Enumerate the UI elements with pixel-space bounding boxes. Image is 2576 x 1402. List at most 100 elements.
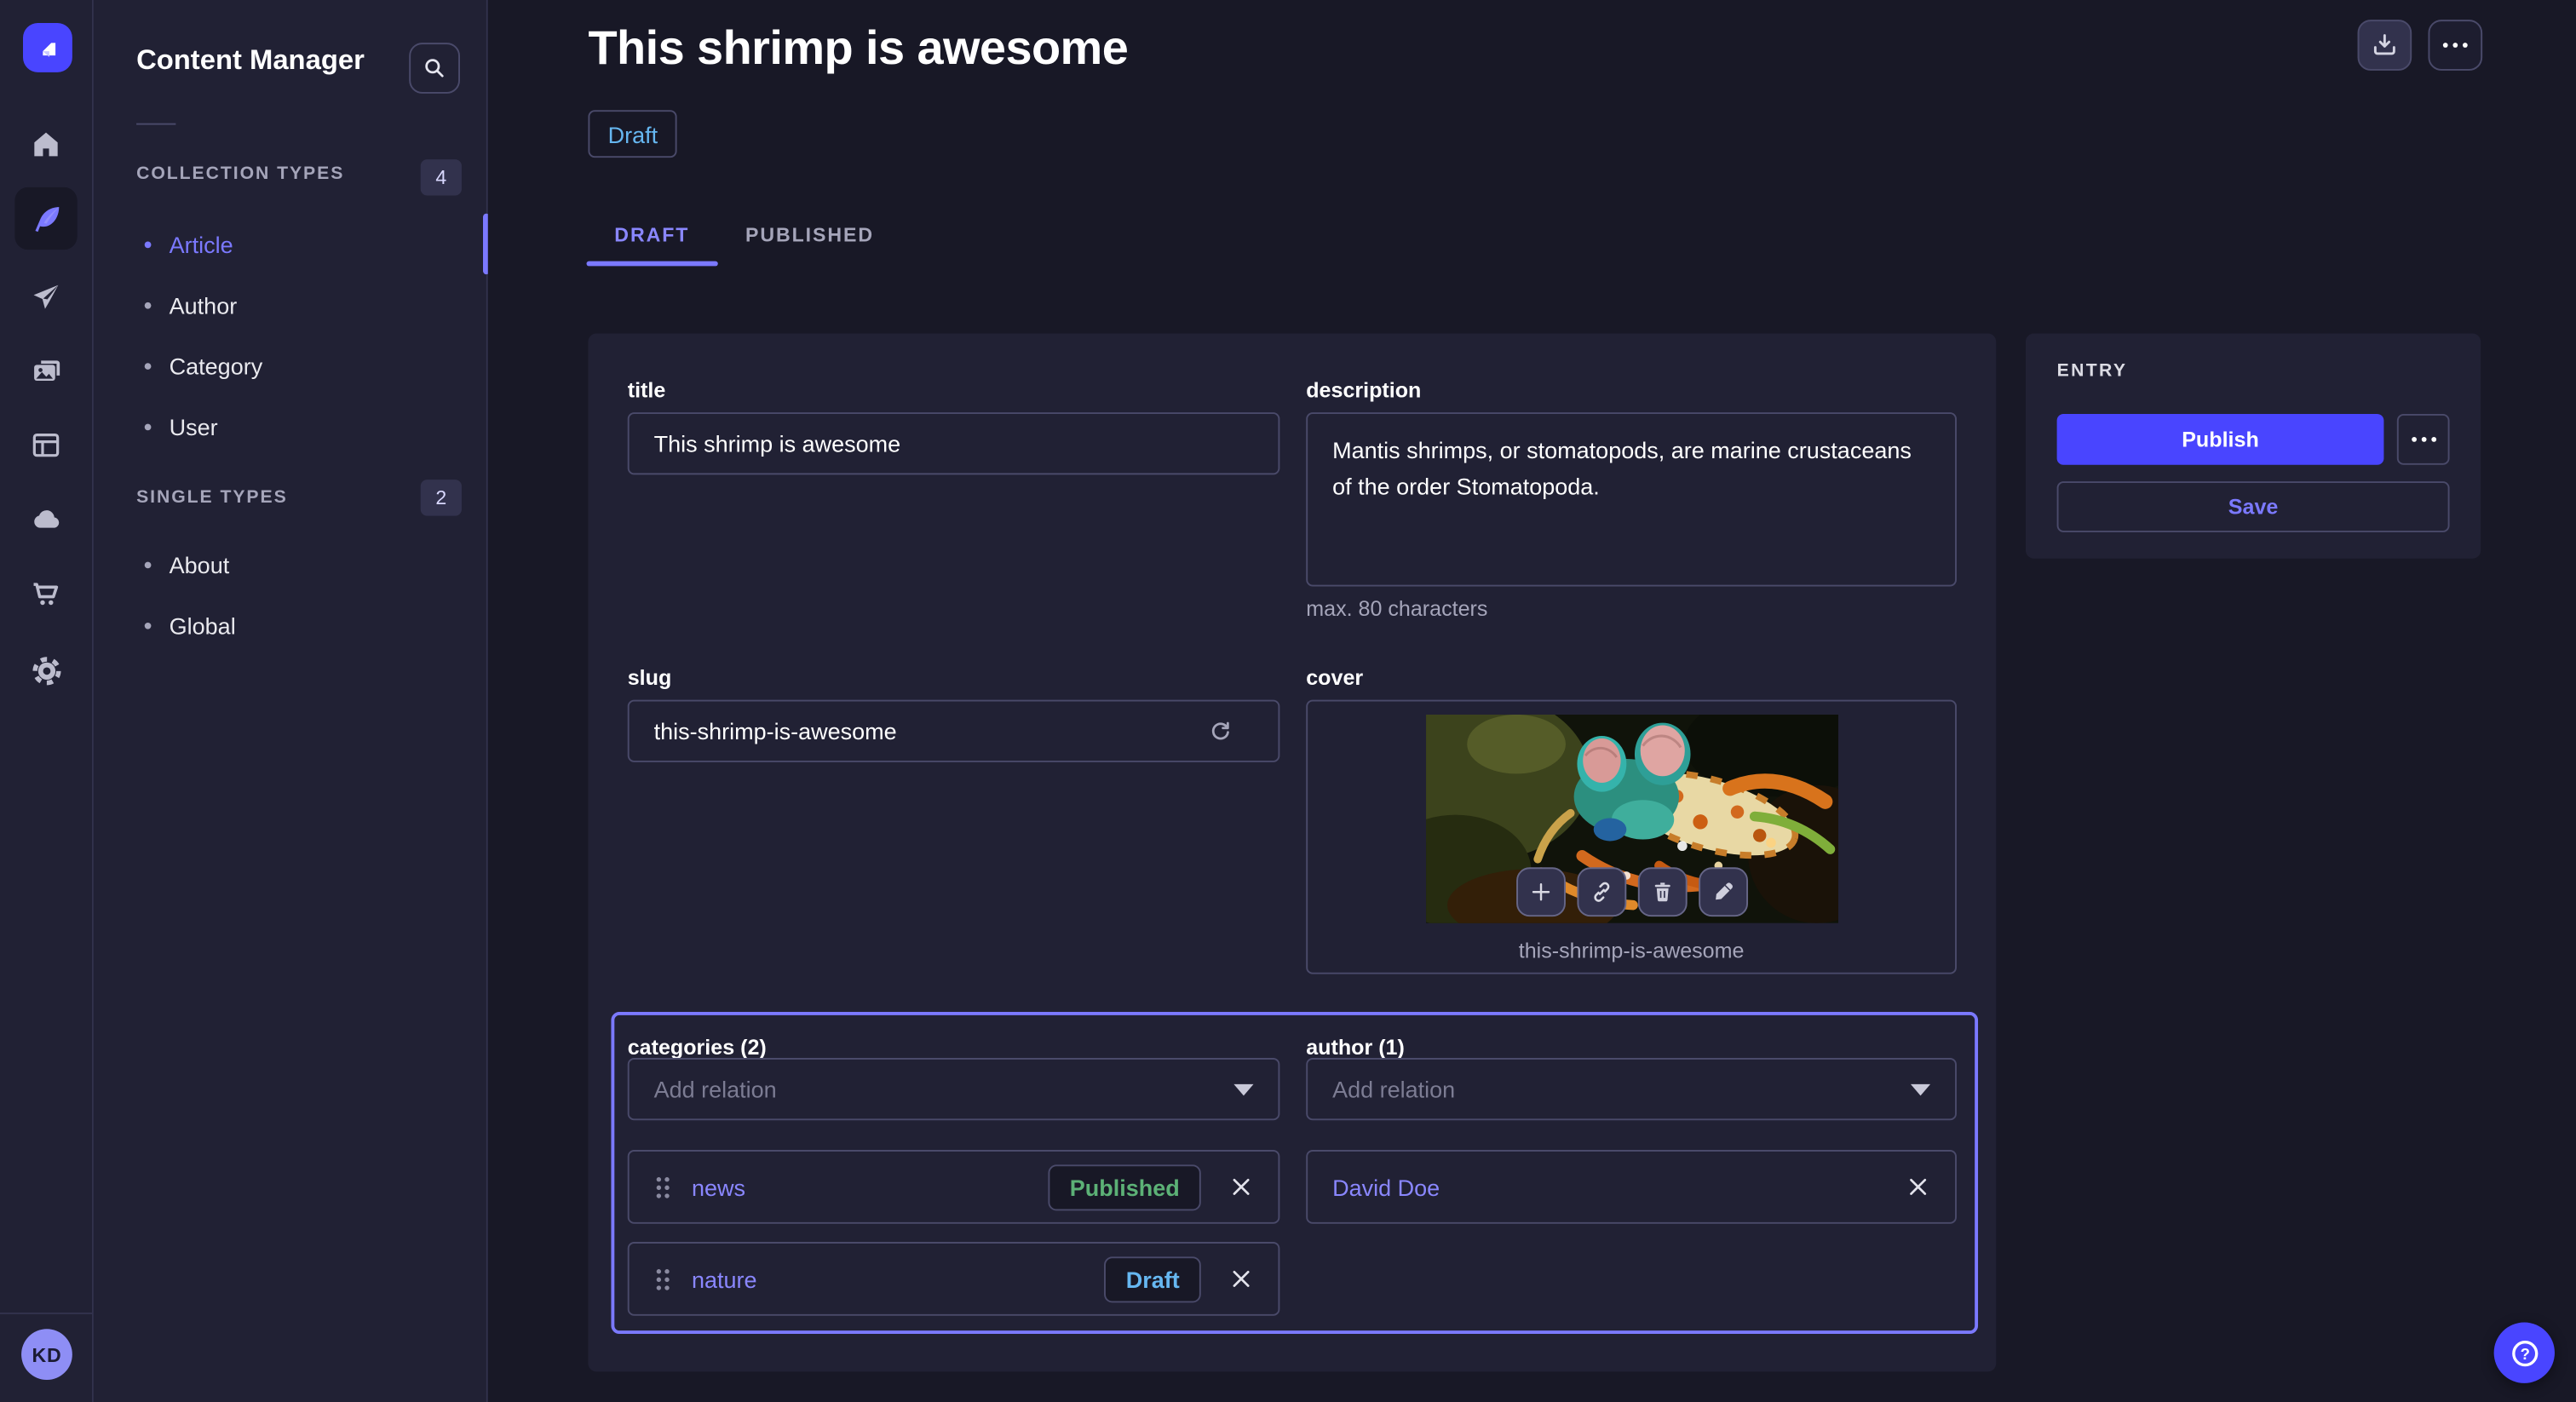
add-asset-button[interactable]	[1516, 867, 1566, 916]
user-avatar[interactable]: KD	[21, 1329, 72, 1380]
home-icon	[30, 128, 63, 161]
paper-plane-icon	[30, 281, 63, 314]
version-tabs: DRAFT PUBLISHED	[587, 204, 902, 266]
ellipsis-icon	[2411, 437, 2435, 442]
categories-add-relation-combobox[interactable]: Add relation	[628, 1058, 1280, 1120]
close-icon	[1229, 1175, 1254, 1199]
sidebar-item-user[interactable]: User	[94, 396, 486, 457]
combobox-placeholder: Add relation	[654, 1076, 1234, 1102]
sidebar-item-author[interactable]: Author	[94, 274, 486, 335]
copy-link-button[interactable]	[1577, 867, 1626, 916]
relation-status-badge: Draft	[1105, 1255, 1201, 1301]
author-add-relation-combobox[interactable]: Add relation	[1306, 1058, 1957, 1120]
title-input[interactable]	[628, 412, 1280, 474]
sidebar-item-label: Author	[170, 291, 238, 318]
trash-icon	[1649, 879, 1676, 905]
cover-filename: this-shrimp-is-awesome	[1308, 938, 1955, 962]
screen: KD Content Manager COLLECTION TYPES 4 Ar…	[0, 0, 2576, 1402]
sidebar-item-content-manager[interactable]	[14, 187, 77, 250]
cloud-icon	[29, 502, 64, 537]
sidebar-item-content-type-builder[interactable]	[14, 414, 77, 476]
bullet-icon	[145, 423, 152, 430]
drag-handle-icon[interactable]	[654, 1264, 672, 1294]
search-button[interactable]	[409, 43, 460, 94]
header-more-button[interactable]	[2428, 20, 2482, 71]
relation-link-david-doe[interactable]: David Doe	[1332, 1174, 1877, 1200]
section-label-collection-types: COLLECTION TYPES	[136, 164, 344, 184]
ellipsis-icon	[2443, 43, 2468, 48]
collection-types-count-badge: 4	[421, 159, 462, 195]
close-icon	[1229, 1267, 1254, 1291]
publish-button[interactable]: Publish	[2057, 414, 2384, 465]
sidebar-item-label: Article	[170, 231, 233, 257]
strapi-logo-icon	[34, 34, 62, 62]
relation-row-news: news Published	[628, 1150, 1280, 1224]
sidebar-item-releases[interactable]	[14, 266, 77, 328]
sidebar-item-global[interactable]: Global	[94, 595, 486, 655]
cart-icon	[30, 578, 63, 612]
sidebar-divider	[136, 124, 175, 125]
pencil-icon	[1711, 879, 1737, 905]
author-field-label: author (1)	[1306, 1035, 1405, 1060]
cover-field: this-shrimp-is-awesome	[1306, 700, 1957, 974]
bullet-icon	[145, 561, 152, 568]
bullet-icon	[145, 302, 152, 308]
edit-asset-button[interactable]	[1699, 867, 1748, 916]
sidebar-item-article[interactable]: Article	[94, 214, 486, 274]
chevron-down-icon	[1911, 1083, 1930, 1095]
sidebar-item-about[interactable]: About	[94, 534, 486, 595]
description-input[interactable]: Mantis shrimps, or stomatopods, are mari…	[1306, 412, 1957, 586]
sidebar-item-media-library[interactable]	[14, 340, 77, 402]
close-icon	[1906, 1175, 1930, 1199]
help-button[interactable]: ?	[2494, 1323, 2555, 1383]
sidebar-item-deploy[interactable]	[14, 488, 77, 550]
categories-field-label: categories (2)	[628, 1035, 767, 1060]
svg-text:?: ?	[2520, 1344, 2529, 1362]
tab-draft[interactable]: DRAFT	[587, 204, 718, 266]
description-hint: max. 80 characters	[1306, 596, 1487, 621]
nav-rail: KD	[0, 0, 94, 1402]
rail-divider	[0, 1313, 92, 1314]
cover-field-label: cover	[1306, 665, 1363, 690]
sidebar-item-label: User	[170, 413, 218, 440]
entry-more-button[interactable]	[2397, 414, 2450, 465]
sidebar-item-settings[interactable]	[14, 639, 77, 701]
relation-status-badge: Published	[1049, 1164, 1201, 1210]
remove-relation-button[interactable]	[1229, 1267, 1254, 1291]
entry-panel-title: ENTRY	[2057, 361, 2128, 381]
sidebar-title: Content Manager	[136, 44, 365, 78]
sidebar-item-label: Category	[170, 353, 263, 379]
search-icon	[419, 53, 451, 84]
sidebar-item-home[interactable]	[14, 113, 77, 175]
bullet-icon	[145, 362, 152, 369]
slug-input[interactable]	[628, 700, 1280, 762]
save-button[interactable]: Save	[2057, 481, 2450, 532]
link-icon	[1589, 879, 1615, 905]
export-button[interactable]	[2358, 20, 2412, 71]
cover-image	[1426, 715, 1838, 923]
layout-icon	[30, 428, 63, 462]
main-content: This shrimp is awesome Draft DRAFT PUBLI…	[488, 0, 2576, 1402]
relation-link-nature[interactable]: nature	[692, 1266, 1105, 1292]
entry-panel: ENTRY Publish Save	[2026, 334, 2481, 559]
regenerate-slug-button[interactable]	[1206, 716, 1236, 746]
strapi-logo[interactable]	[23, 23, 72, 72]
sidebar-item-label: About	[170, 551, 230, 577]
slug-field-label: slug	[628, 665, 672, 690]
download-icon	[2369, 30, 2401, 61]
status-badge: Draft	[588, 110, 677, 158]
tab-published[interactable]: PUBLISHED	[717, 204, 902, 266]
remove-relation-button[interactable]	[1229, 1175, 1254, 1199]
relation-link-news[interactable]: news	[692, 1174, 1049, 1200]
bullet-icon	[145, 622, 152, 629]
remove-relation-button[interactable]	[1906, 1175, 1930, 1199]
settings-gear-icon	[29, 653, 64, 688]
cover-actions	[1516, 867, 1748, 916]
delete-asset-button[interactable]	[1638, 867, 1688, 916]
sidebar-item-category[interactable]: Category	[94, 335, 486, 395]
drag-handle-icon[interactable]	[654, 1172, 672, 1202]
feather-icon	[29, 201, 64, 236]
chevron-down-icon	[1233, 1083, 1253, 1095]
relation-row-david-doe: David Doe	[1306, 1150, 1957, 1224]
sidebar-item-marketplace[interactable]	[14, 564, 77, 626]
